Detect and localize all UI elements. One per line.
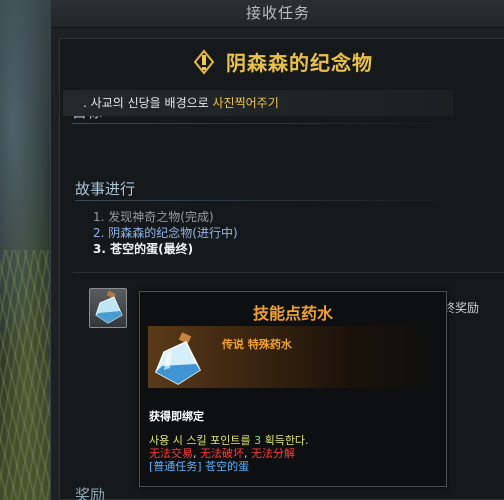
story-step-2: 2. 阴森森的纪念物(进行中)	[93, 226, 238, 240]
tooltip-title: 技能点药水	[252, 304, 333, 323]
restriction-no-destroy: 无法破坏	[200, 447, 244, 460]
objective-box: . 사교의 신당을 배경으로 사진찍어주기	[63, 90, 453, 116]
tooltip-restrictions: 无法交易, 无法破坏, 无法分解	[149, 447, 295, 460]
effect-suffix: 획득한다.	[261, 434, 309, 447]
tooltip-rarity: 传说 特殊药水	[222, 338, 292, 351]
story-divider	[75, 200, 465, 201]
tooltip-potion-image	[150, 330, 208, 392]
tooltip-effect: 사용 시 스킬 포인트를 3 획득한다. 无法交易, 无法破坏, 无法分解 [普…	[149, 434, 309, 473]
objective-prefix: 사교의 신당을 배경으로	[90, 96, 213, 110]
quest-title: 阴森森的纪念物	[226, 51, 374, 75]
window-title: 接收任务	[245, 4, 310, 22]
potion-bottle-icon	[155, 332, 201, 385]
tooltip-effect-line: 사용 시 스킬 포인트를 3 획득한다.	[149, 434, 309, 447]
restriction-no-dismantle: 无法分解	[251, 447, 295, 460]
objective-bullet: .	[83, 96, 87, 110]
quest-title-row: 阴森森的纪念物	[60, 47, 504, 87]
story-step-3: 3. 苍空的蛋(最终)	[93, 242, 194, 256]
story-heading: 故事进行	[75, 180, 136, 198]
restriction-no-trade: 无法交易	[149, 447, 193, 460]
tooltip-bind-status: 获得即绑定	[149, 410, 204, 423]
reward-item-slot[interactable]	[89, 288, 127, 328]
objective-text: . 사교의 신당을 배경으로 사진찍어주기	[83, 94, 279, 111]
final-reward-label: 终奖励	[443, 301, 480, 315]
tooltip-quest-tag: [普通任务] 苍空的蛋	[149, 460, 250, 473]
objective-divider	[72, 123, 462, 124]
quest-marker-icon	[193, 48, 215, 75]
objective-highlight: 사진찍어주기	[212, 96, 279, 110]
window-header[interactable]: 接收任务	[51, 0, 504, 28]
effect-prefix: 사용 시 스킬 포인트를	[149, 434, 255, 447]
item-tooltip: 技能点药水 传说 特殊药水 获得即绑定 사용 시 스킬 포인트를 3 획득한다.…	[139, 291, 447, 487]
story-step-list: 1. 发现神奇之物(完成) 2. 阴森森的纪念物(进行中) 3. 苍空的蛋(最终…	[93, 209, 238, 257]
story-step-1: 1. 发现神奇之物(完成)	[93, 210, 214, 224]
reward-heading: 奖励	[75, 486, 106, 500]
potion-bottle-icon	[95, 290, 123, 324]
